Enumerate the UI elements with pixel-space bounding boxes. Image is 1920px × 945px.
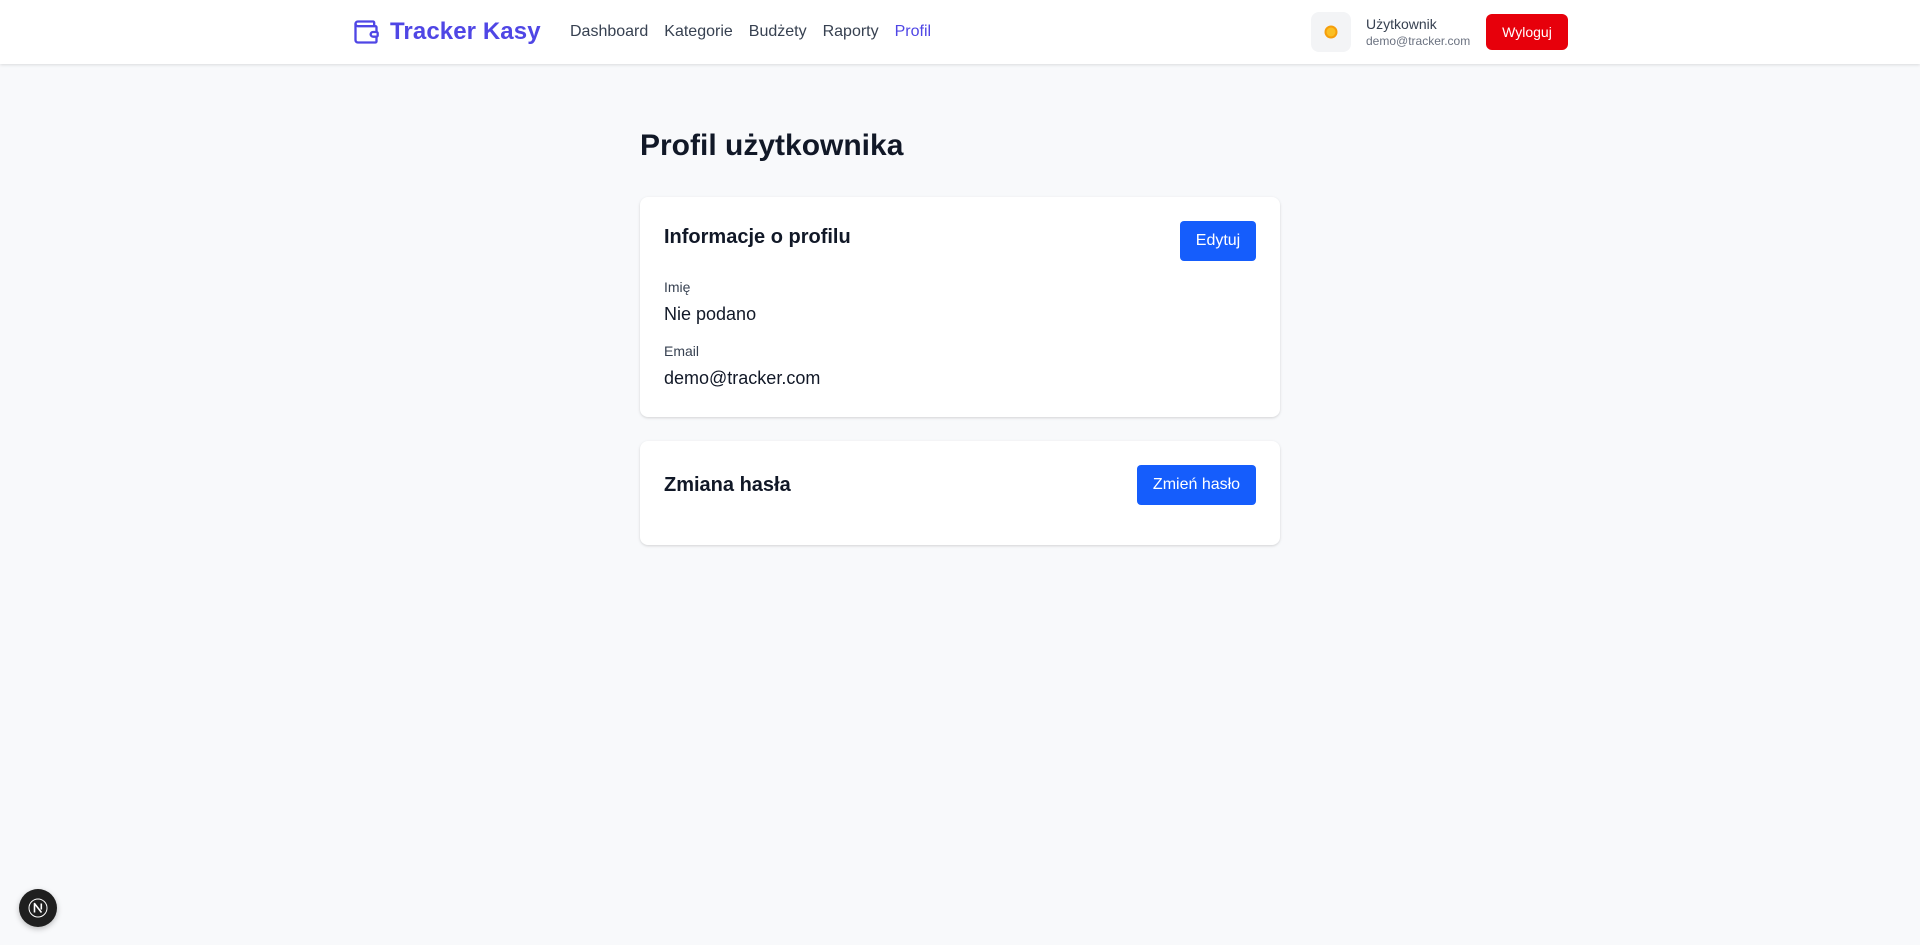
brand-name: Tracker Kasy xyxy=(390,18,541,45)
nav-link-dashboard[interactable]: Dashboard xyxy=(570,23,648,41)
user-email: demo@tracker.com xyxy=(1366,34,1471,48)
password-card-title: Zmiana hasła xyxy=(664,474,791,496)
nextjs-dev-badge[interactable] xyxy=(19,889,57,927)
user-name: Użytkownik xyxy=(1366,16,1437,32)
nav-link-raporty[interactable]: Raporty xyxy=(823,23,879,41)
email-value: demo@tracker.com xyxy=(664,368,821,388)
profile-info-card: Informacje o profilu Edytuj Imię Nie pod… xyxy=(640,197,1280,417)
name-value: Nie podano xyxy=(664,304,757,324)
user-info: Użytkownik demo@tracker.com xyxy=(1366,15,1470,49)
nav-link-kategorie[interactable]: Kategorie xyxy=(664,23,733,41)
profile-card-title: Informacje o profilu xyxy=(664,226,851,248)
sun-icon xyxy=(1324,25,1338,39)
top-navbar: Tracker Kasy Dashboard Kategorie Budżety… xyxy=(0,0,1920,64)
nav-link-profil[interactable]: Profil xyxy=(895,23,931,41)
edit-profile-button[interactable]: Edytuj xyxy=(1180,221,1256,261)
change-password-button[interactable]: Zmień hasło xyxy=(1137,465,1256,505)
logout-button[interactable]: Wyloguj xyxy=(1486,14,1568,50)
main-nav: Dashboard Kategorie Budżety Raporty Prof… xyxy=(570,20,931,44)
brand-link[interactable]: Tracker Kasy xyxy=(352,16,541,48)
name-label: Imię xyxy=(664,279,691,295)
wallet-icon xyxy=(354,20,379,44)
page-title: Profil użytkownika xyxy=(640,129,904,162)
nav-link-budzety[interactable]: Budżety xyxy=(749,23,807,41)
theme-toggle-button[interactable] xyxy=(1311,12,1351,52)
password-change-card: Zmiana hasła Zmień hasło xyxy=(640,441,1280,545)
main-content: Profil użytkownika Informacje o profilu … xyxy=(640,126,1280,545)
email-label: Email xyxy=(664,343,700,359)
nextjs-logo-icon xyxy=(28,898,48,918)
